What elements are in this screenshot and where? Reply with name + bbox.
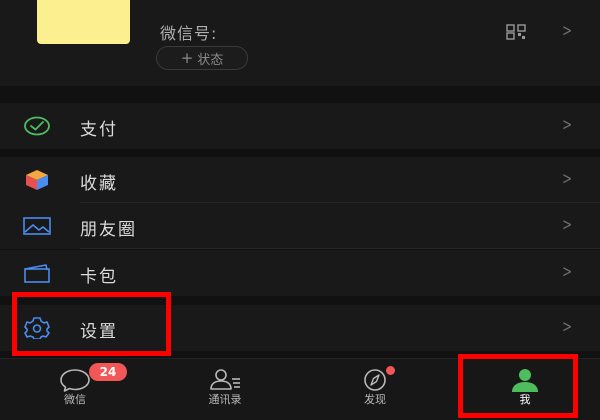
tab-label: 发现 [364,393,386,406]
chevron-right-icon: > [562,169,573,189]
menu-item-payment[interactable]: 支付 > [0,103,600,149]
contacts-icon [210,369,240,390]
menu-item-label: 卡包 [80,267,118,287]
favorites-cube-icon [26,170,48,190]
avatar[interactable] [37,0,130,44]
bottom-tab-bar: 24 微信 通讯录 发现 我 [0,358,600,420]
chevron-right-icon: > [562,115,573,135]
me-person-icon [512,369,538,392]
chevron-right-icon: > [562,262,573,282]
unread-badge: 24 [89,363,127,381]
status-label: 状态 [197,52,224,68]
menu-item-label: 支付 [80,120,118,140]
qr-code-icon[interactable] [506,24,526,40]
notification-dot [386,366,395,375]
menu-item-label: 收藏 [80,174,118,194]
menu-item-cards[interactable]: 卡包 > [0,250,600,296]
payment-icon [24,116,50,136]
chat-bubble-icon [60,369,90,392]
menu-item-favorites[interactable]: 收藏 > [0,157,600,203]
settings-gear-icon [24,317,50,339]
status-button[interactable]: + 状态 [156,46,248,70]
cards-wallet-icon [24,264,50,283]
menu-item-label: 设置 [80,322,118,342]
tab-label: 我 [519,393,531,406]
tab-me[interactable]: 我 [450,359,600,420]
profile-header[interactable]: 微信号: > + 状态 [0,0,600,86]
tab-chats[interactable]: 24 微信 [0,359,150,420]
chevron-right-icon: > [562,317,573,337]
menu-item-moments[interactable]: 朋友圈 > [0,203,600,249]
tab-label: 通讯录 [208,393,242,406]
wechat-id-label: 微信号: [160,24,218,43]
chevron-right-icon: > [562,215,573,235]
divider [80,248,600,249]
plus-icon: + [180,49,194,67]
tab-contacts[interactable]: 通讯录 [150,359,300,420]
moments-picture-icon [23,217,51,235]
chevron-right-icon[interactable]: > [562,21,572,41]
menu-item-settings[interactable]: 设置 > [0,305,600,351]
menu-item-label: 朋友圈 [80,220,137,240]
tab-discover[interactable]: 发现 [300,359,450,420]
tab-label: 微信 [64,393,86,406]
